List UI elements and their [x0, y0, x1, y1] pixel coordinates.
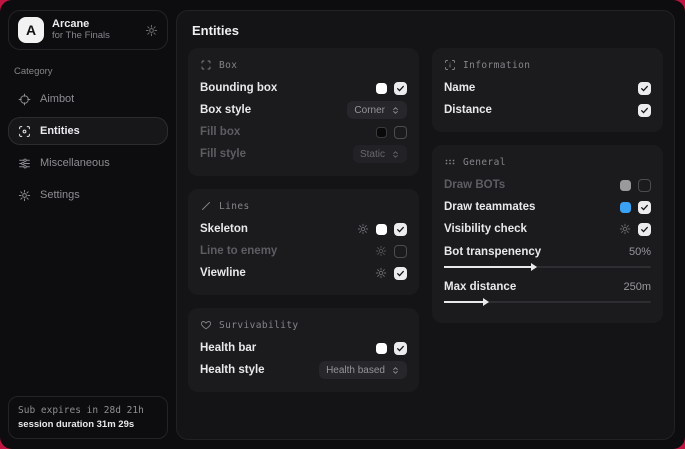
check-icon — [640, 225, 649, 234]
visibility-check-checkbox[interactable] — [638, 223, 651, 236]
color-swatch[interactable] — [376, 127, 387, 138]
setting-row: Fill style Static — [200, 143, 407, 165]
slider-value: 50% — [629, 246, 651, 258]
lines-card: Lines Skeleton Line to enemy — [188, 189, 419, 295]
check-icon — [396, 344, 405, 353]
gear-icon[interactable] — [619, 223, 631, 235]
gear-icon — [18, 189, 31, 202]
check-icon — [640, 203, 649, 212]
fill-box-checkbox[interactable] — [394, 126, 407, 139]
scan-eye-icon — [18, 125, 31, 138]
info-scan-icon — [444, 59, 456, 71]
setting-row: Distance — [444, 99, 651, 121]
setting-row: Draw teammates — [444, 196, 651, 218]
main-panel: Entities Box Bounding box — [176, 10, 675, 440]
line-to-enemy-checkbox[interactable] — [394, 245, 407, 258]
check-icon — [396, 269, 405, 278]
setting-row: Visibility check — [444, 218, 651, 240]
setting-row: Bounding box — [200, 77, 407, 99]
heart-icon — [200, 319, 212, 331]
fill-style-dropdown[interactable]: Static — [353, 145, 407, 163]
session-duration-text: session duration 31m 29s — [18, 419, 158, 430]
check-icon — [396, 84, 405, 93]
app-logo: A — [18, 17, 44, 43]
gear-icon[interactable] — [375, 245, 387, 257]
card-title: Box — [219, 60, 237, 71]
sidebar: A Arcane for The Finals Category Aimbot … — [0, 0, 176, 449]
sidebar-item-miscellaneous[interactable]: Miscellaneous — [8, 149, 168, 177]
subscription-card: Sub expires in 28d 21h session duration … — [8, 396, 168, 439]
name-checkbox[interactable] — [638, 82, 651, 95]
setting-row: Fill box — [200, 121, 407, 143]
slider-value: 250m — [623, 281, 651, 293]
health-bar-checkbox[interactable] — [394, 342, 407, 355]
setting-row: Name — [444, 77, 651, 99]
box-style-dropdown[interactable]: Corner — [347, 101, 407, 119]
skeleton-checkbox[interactable] — [394, 223, 407, 236]
check-icon — [640, 106, 649, 115]
setting-row: Viewline — [200, 262, 407, 284]
draw-teammates-checkbox[interactable] — [638, 201, 651, 214]
gear-icon[interactable] — [357, 223, 369, 235]
box-card: Box Bounding box Box style Corner — [188, 48, 419, 176]
gear-icon[interactable] — [145, 24, 158, 37]
gear-icon[interactable] — [375, 267, 387, 279]
card-title: Survivability — [219, 320, 299, 331]
card-title: General — [463, 157, 506, 168]
sidebar-item-entities[interactable]: Entities — [8, 117, 168, 145]
crosshair-icon — [18, 93, 31, 106]
grid-dots-icon — [444, 156, 456, 168]
sidebar-item-label: Entities — [40, 125, 80, 137]
slider-fill[interactable] — [444, 301, 487, 303]
chevrons-up-down-icon — [391, 150, 400, 159]
color-swatch[interactable] — [376, 224, 387, 235]
app-header-card: A Arcane for The Finals — [8, 10, 168, 50]
setting-row: Skeleton — [200, 218, 407, 240]
distance-checkbox[interactable] — [638, 104, 651, 117]
sub-expires-text: Sub expires in 28d 21h — [18, 405, 158, 416]
cards-grid: Box Bounding box Box style Corner — [177, 48, 674, 392]
draw-bots-checkbox[interactable] — [638, 179, 651, 192]
box-corners-icon — [200, 59, 212, 71]
app-window: A Arcane for The Finals Category Aimbot … — [0, 0, 685, 449]
viewline-checkbox[interactable] — [394, 267, 407, 280]
health-style-dropdown[interactable]: Health based — [319, 361, 407, 379]
chevrons-up-down-icon — [391, 106, 400, 115]
app-name: Arcane — [52, 18, 137, 31]
setting-row: Health bar — [200, 337, 407, 359]
chevrons-up-down-icon — [391, 366, 400, 375]
category-label: Category — [14, 66, 162, 77]
max-distance-slider-group: Max distance 250m — [444, 277, 651, 303]
setting-row: Line to enemy — [200, 240, 407, 262]
sliders-icon — [18, 157, 31, 170]
sidebar-item-label: Miscellaneous — [40, 157, 110, 169]
sidebar-item-label: Aimbot — [40, 93, 74, 105]
setting-row: Box style Corner — [200, 99, 407, 121]
survivability-card: Survivability Health bar Health style He… — [188, 308, 419, 392]
diagonal-line-icon — [200, 200, 212, 212]
card-title: Information — [463, 60, 530, 71]
information-card: Information Name Distance — [432, 48, 663, 132]
bounding-box-checkbox[interactable] — [394, 82, 407, 95]
sidebar-item-settings[interactable]: Settings — [8, 181, 168, 209]
check-icon — [396, 225, 405, 234]
setting-row: Health style Health based — [200, 359, 407, 381]
sidebar-item-label: Settings — [40, 189, 80, 201]
max-distance-slider[interactable] — [444, 301, 651, 303]
page-title: Entities — [177, 11, 674, 48]
color-swatch[interactable] — [376, 83, 387, 94]
card-title: Lines — [219, 201, 250, 212]
sidebar-item-aimbot[interactable]: Aimbot — [8, 85, 168, 113]
color-swatch[interactable] — [376, 343, 387, 354]
app-subtitle: for The Finals — [52, 31, 137, 42]
slider-fill[interactable] — [444, 266, 535, 268]
bot-transparency-slider-group: Bot transpenency 50% — [444, 242, 651, 268]
color-swatch[interactable] — [620, 202, 631, 213]
color-swatch[interactable] — [620, 180, 631, 191]
sidebar-nav: Aimbot Entities Miscellaneous Settings — [8, 85, 168, 209]
bot-transparency-slider[interactable] — [444, 266, 651, 268]
check-icon — [640, 84, 649, 93]
setting-row: Draw BOTs — [444, 174, 651, 196]
general-card: General Draw BOTs Draw teammates — [432, 145, 663, 323]
